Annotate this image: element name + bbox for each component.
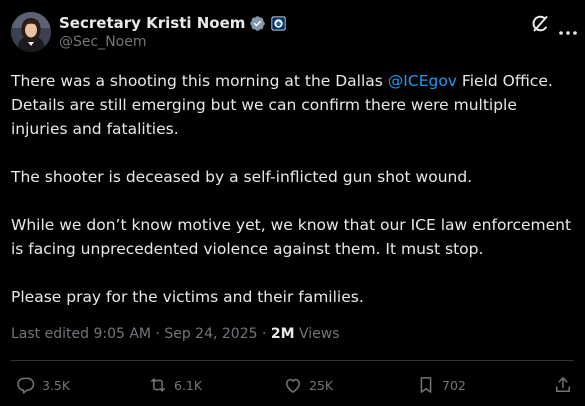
share-icon bbox=[556, 377, 570, 392]
author-handle[interactable]: @Sec_Noem bbox=[59, 34, 147, 50]
tweet-paragraph-2: The shooter is deceased by a self-inflic… bbox=[11, 168, 473, 186]
tweet-paragraph-4: Please pray for the victims and their fa… bbox=[11, 288, 364, 306]
bookmark-icon bbox=[420, 377, 432, 393]
views-label: Views bbox=[294, 326, 340, 342]
reply-icon bbox=[17, 377, 35, 394]
tweet-paragraph-3: While we don’t know motive yet, we know … bbox=[11, 216, 572, 258]
dhs-affiliate-badge-icon[interactable] bbox=[270, 15, 287, 32]
edited-timestamp[interactable]: Last edited 9:05 AM · Sep 24, 2025 · bbox=[11, 326, 271, 342]
grok-icon[interactable] bbox=[530, 14, 550, 34]
like-button[interactable]: 25K bbox=[283, 373, 333, 397]
repost-icon bbox=[151, 378, 165, 392]
author-display-name[interactable]: Secretary Kristi Noem bbox=[59, 14, 245, 32]
reply-button[interactable]: 3.5K bbox=[16, 373, 70, 397]
tweet-text: There was a shooting this morning at the… bbox=[11, 69, 576, 309]
avatar[interactable] bbox=[11, 12, 51, 52]
divider bbox=[11, 360, 574, 361]
tweet-paragraph-1: There was a shooting this morning at the… bbox=[11, 69, 576, 141]
repost-count: 6.1K bbox=[174, 377, 203, 393]
avatar-image bbox=[11, 12, 51, 52]
more-dots-icon[interactable] bbox=[558, 21, 578, 35]
tweet-text-segment: There was a shooting this morning at the… bbox=[11, 72, 388, 90]
author-name-row: Secretary Kristi Noem bbox=[59, 13, 287, 33]
bookmark-button[interactable]: 702 bbox=[416, 373, 466, 397]
views-count: 2M bbox=[270, 326, 295, 342]
mention-link[interactable]: @ICEgov bbox=[388, 72, 457, 90]
reply-count: 3.5K bbox=[42, 377, 71, 393]
tweet-meta: Last edited 9:05 AM · Sep 24, 2025 · 2M … bbox=[11, 326, 340, 342]
share-button[interactable] bbox=[553, 373, 579, 397]
like-count: 25K bbox=[309, 377, 334, 393]
tweet-card: Secretary Kristi Noem @Sec_Noem There wa… bbox=[0, 0, 585, 406]
bookmark-count: 702 bbox=[442, 377, 466, 393]
verified-badge-icon[interactable] bbox=[249, 15, 266, 32]
heart-icon bbox=[286, 378, 300, 393]
repost-button[interactable]: 6.1K bbox=[148, 373, 202, 397]
